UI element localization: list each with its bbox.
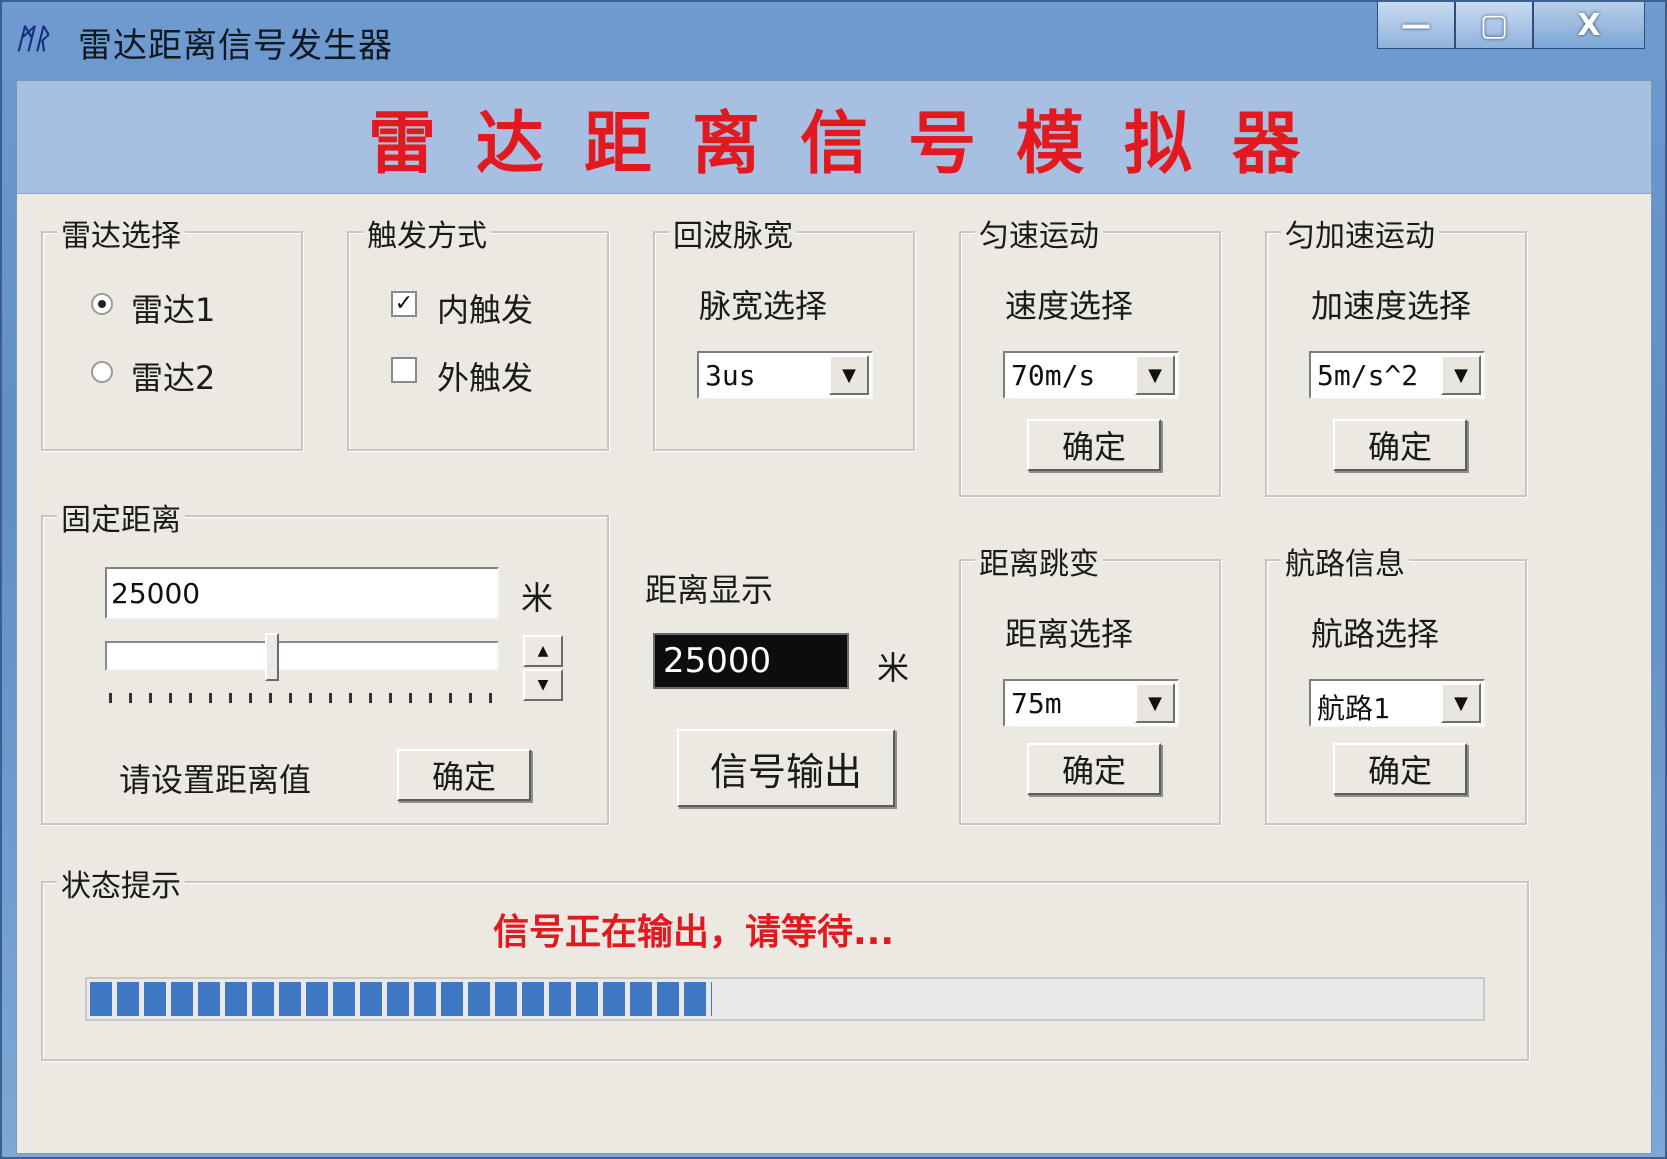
echo-pulse-group: 回波脉宽 脉宽选择 3us ▼ — [653, 211, 915, 451]
window-controls: — ▢ X — [1377, 2, 1645, 52]
pulse-width-select[interactable]: 3us ▼ — [697, 351, 873, 399]
maximize-icon: ▢ — [1479, 7, 1509, 43]
close-icon: X — [1577, 7, 1601, 43]
distance-display: 25000 — [653, 633, 849, 689]
radar1-label[interactable]: 雷达1 — [131, 285, 215, 331]
title-bar[interactable]: ᛗᚱ 雷达距离信号发生器 — ▢ X — [2, 2, 1665, 80]
chevron-down-icon[interactable]: ▼ — [1441, 355, 1481, 395]
distance-jump-select[interactable]: 75m ▼ — [1003, 679, 1179, 727]
route-select-label: 航路选择 — [1311, 615, 1440, 653]
distance-slider-track[interactable] — [105, 641, 499, 671]
distance-display-label: 距离显示 — [645, 571, 774, 609]
uniform-motion-group: 匀速运动 速度选择 70m/s ▼ 确定 — [959, 211, 1221, 497]
app-icon: ᛗᚱ — [16, 22, 50, 55]
chevron-down-icon[interactable]: ▼ — [1441, 683, 1481, 723]
accel-select[interactable]: 5m/s^2 ▼ — [1309, 351, 1485, 399]
banner: 雷达距离信号模拟器 — [17, 81, 1651, 194]
distance-jump-value: 75m — [1011, 687, 1062, 720]
route-value: 航路1 — [1317, 692, 1390, 725]
pulse-width-value: 3us — [705, 359, 756, 392]
status-message: 信号正在输出，请等待... — [493, 912, 895, 953]
status-group: 状态提示 信号正在输出，请等待... — [41, 861, 1529, 1061]
chevron-down-icon[interactable]: ▼ — [1135, 355, 1175, 395]
route-select[interactable]: 航路1 ▼ — [1309, 679, 1485, 727]
distance-spinner[interactable]: ▲ ▼ — [523, 635, 563, 701]
external-trigger-label[interactable]: 外触发 — [437, 353, 533, 399]
display-unit-label: 米 — [877, 649, 910, 687]
progress-fill — [90, 982, 713, 1016]
radar-select-legend: 雷达选择 — [57, 211, 185, 255]
distance-confirm-button[interactable]: 确定 — [397, 749, 531, 801]
signal-output-button[interactable]: 信号输出 — [677, 729, 895, 807]
fixed-distance-group: 固定距离 25000 米 ▲ ▼ 请设置距离值 确定 — [41, 495, 609, 825]
banner-title: 雷达距离信号模拟器 — [367, 103, 1340, 184]
speed-select[interactable]: 70m/s ▼ — [1003, 351, 1179, 399]
pulse-width-label: 脉宽选择 — [699, 287, 828, 325]
speed-value: 70m/s — [1011, 359, 1096, 392]
progress-bar — [85, 977, 1485, 1021]
speed-confirm-button[interactable]: 确定 — [1027, 419, 1161, 471]
radar-select-group: 雷达选择 雷达1 雷达2 — [41, 211, 303, 451]
distance-jump-group: 距离跳变 距离选择 75m ▼ 确定 — [959, 539, 1221, 825]
spin-down-icon[interactable]: ▼ — [523, 669, 563, 701]
minimize-button[interactable]: — — [1377, 2, 1455, 49]
spin-up-icon[interactable]: ▲ — [523, 635, 563, 667]
fixed-distance-legend: 固定距离 — [57, 495, 185, 539]
status-legend: 状态提示 — [57, 861, 185, 905]
uniform-motion-legend: 匀速运动 — [975, 211, 1103, 255]
internal-trigger-checkbox[interactable]: ✓ — [391, 291, 417, 317]
app-window: ᛗᚱ 雷达距离信号发生器 — ▢ X 雷达距离信号模拟器 雷达选择 雷达1 雷达… — [0, 0, 1667, 1159]
window-title: 雷达距离信号发生器 — [78, 26, 393, 66]
external-trigger-checkbox[interactable] — [391, 357, 417, 383]
accel-value: 5m/s^2 — [1317, 359, 1419, 392]
trigger-mode-group: 触发方式 ✓ 内触发 外触发 — [347, 211, 609, 451]
route-info-group: 航路信息 航路选择 航路1 ▼ 确定 — [1265, 539, 1527, 825]
accel-select-label: 加速度选择 — [1311, 287, 1472, 325]
distance-slider-thumb[interactable] — [264, 633, 279, 681]
internal-trigger-label[interactable]: 内触发 — [437, 285, 533, 331]
distance-select-label: 距离选择 — [1005, 615, 1134, 653]
echo-pulse-legend: 回波脉宽 — [669, 211, 797, 255]
maximize-button[interactable]: ▢ — [1455, 2, 1533, 49]
distance-hint-label: 请设置距离值 — [119, 761, 312, 799]
accel-motion-legend: 匀加速运动 — [1281, 211, 1439, 255]
radar2-radio[interactable] — [91, 361, 113, 383]
distance-input-value: 25000 — [111, 577, 201, 610]
distance-unit-label: 米 — [521, 579, 554, 617]
speed-select-label: 速度选择 — [1005, 287, 1134, 325]
distance-input[interactable]: 25000 — [105, 567, 499, 619]
radar2-label[interactable]: 雷达2 — [131, 353, 215, 399]
chevron-down-icon[interactable]: ▼ — [829, 355, 869, 395]
radar1-radio[interactable] — [91, 293, 113, 315]
chevron-down-icon[interactable]: ▼ — [1135, 683, 1175, 723]
close-button[interactable]: X — [1533, 2, 1645, 49]
accel-confirm-button[interactable]: 确定 — [1333, 419, 1467, 471]
route-confirm-button[interactable]: 确定 — [1333, 743, 1467, 795]
slider-ticks — [109, 693, 499, 703]
route-info-legend: 航路信息 — [1281, 539, 1409, 583]
accel-motion-group: 匀加速运动 加速度选择 5m/s^2 ▼ 确定 — [1265, 211, 1527, 497]
trigger-mode-legend: 触发方式 — [363, 211, 491, 255]
minimize-icon: — — [1401, 7, 1431, 43]
distance-jump-confirm-button[interactable]: 确定 — [1027, 743, 1161, 795]
distance-display-value: 25000 — [663, 641, 772, 681]
distance-jump-legend: 距离跳变 — [975, 539, 1103, 583]
client-area: 雷达距离信号模拟器 雷达选择 雷达1 雷达2 触发方式 ✓ 内触发 外触发 回波… — [16, 80, 1652, 1154]
